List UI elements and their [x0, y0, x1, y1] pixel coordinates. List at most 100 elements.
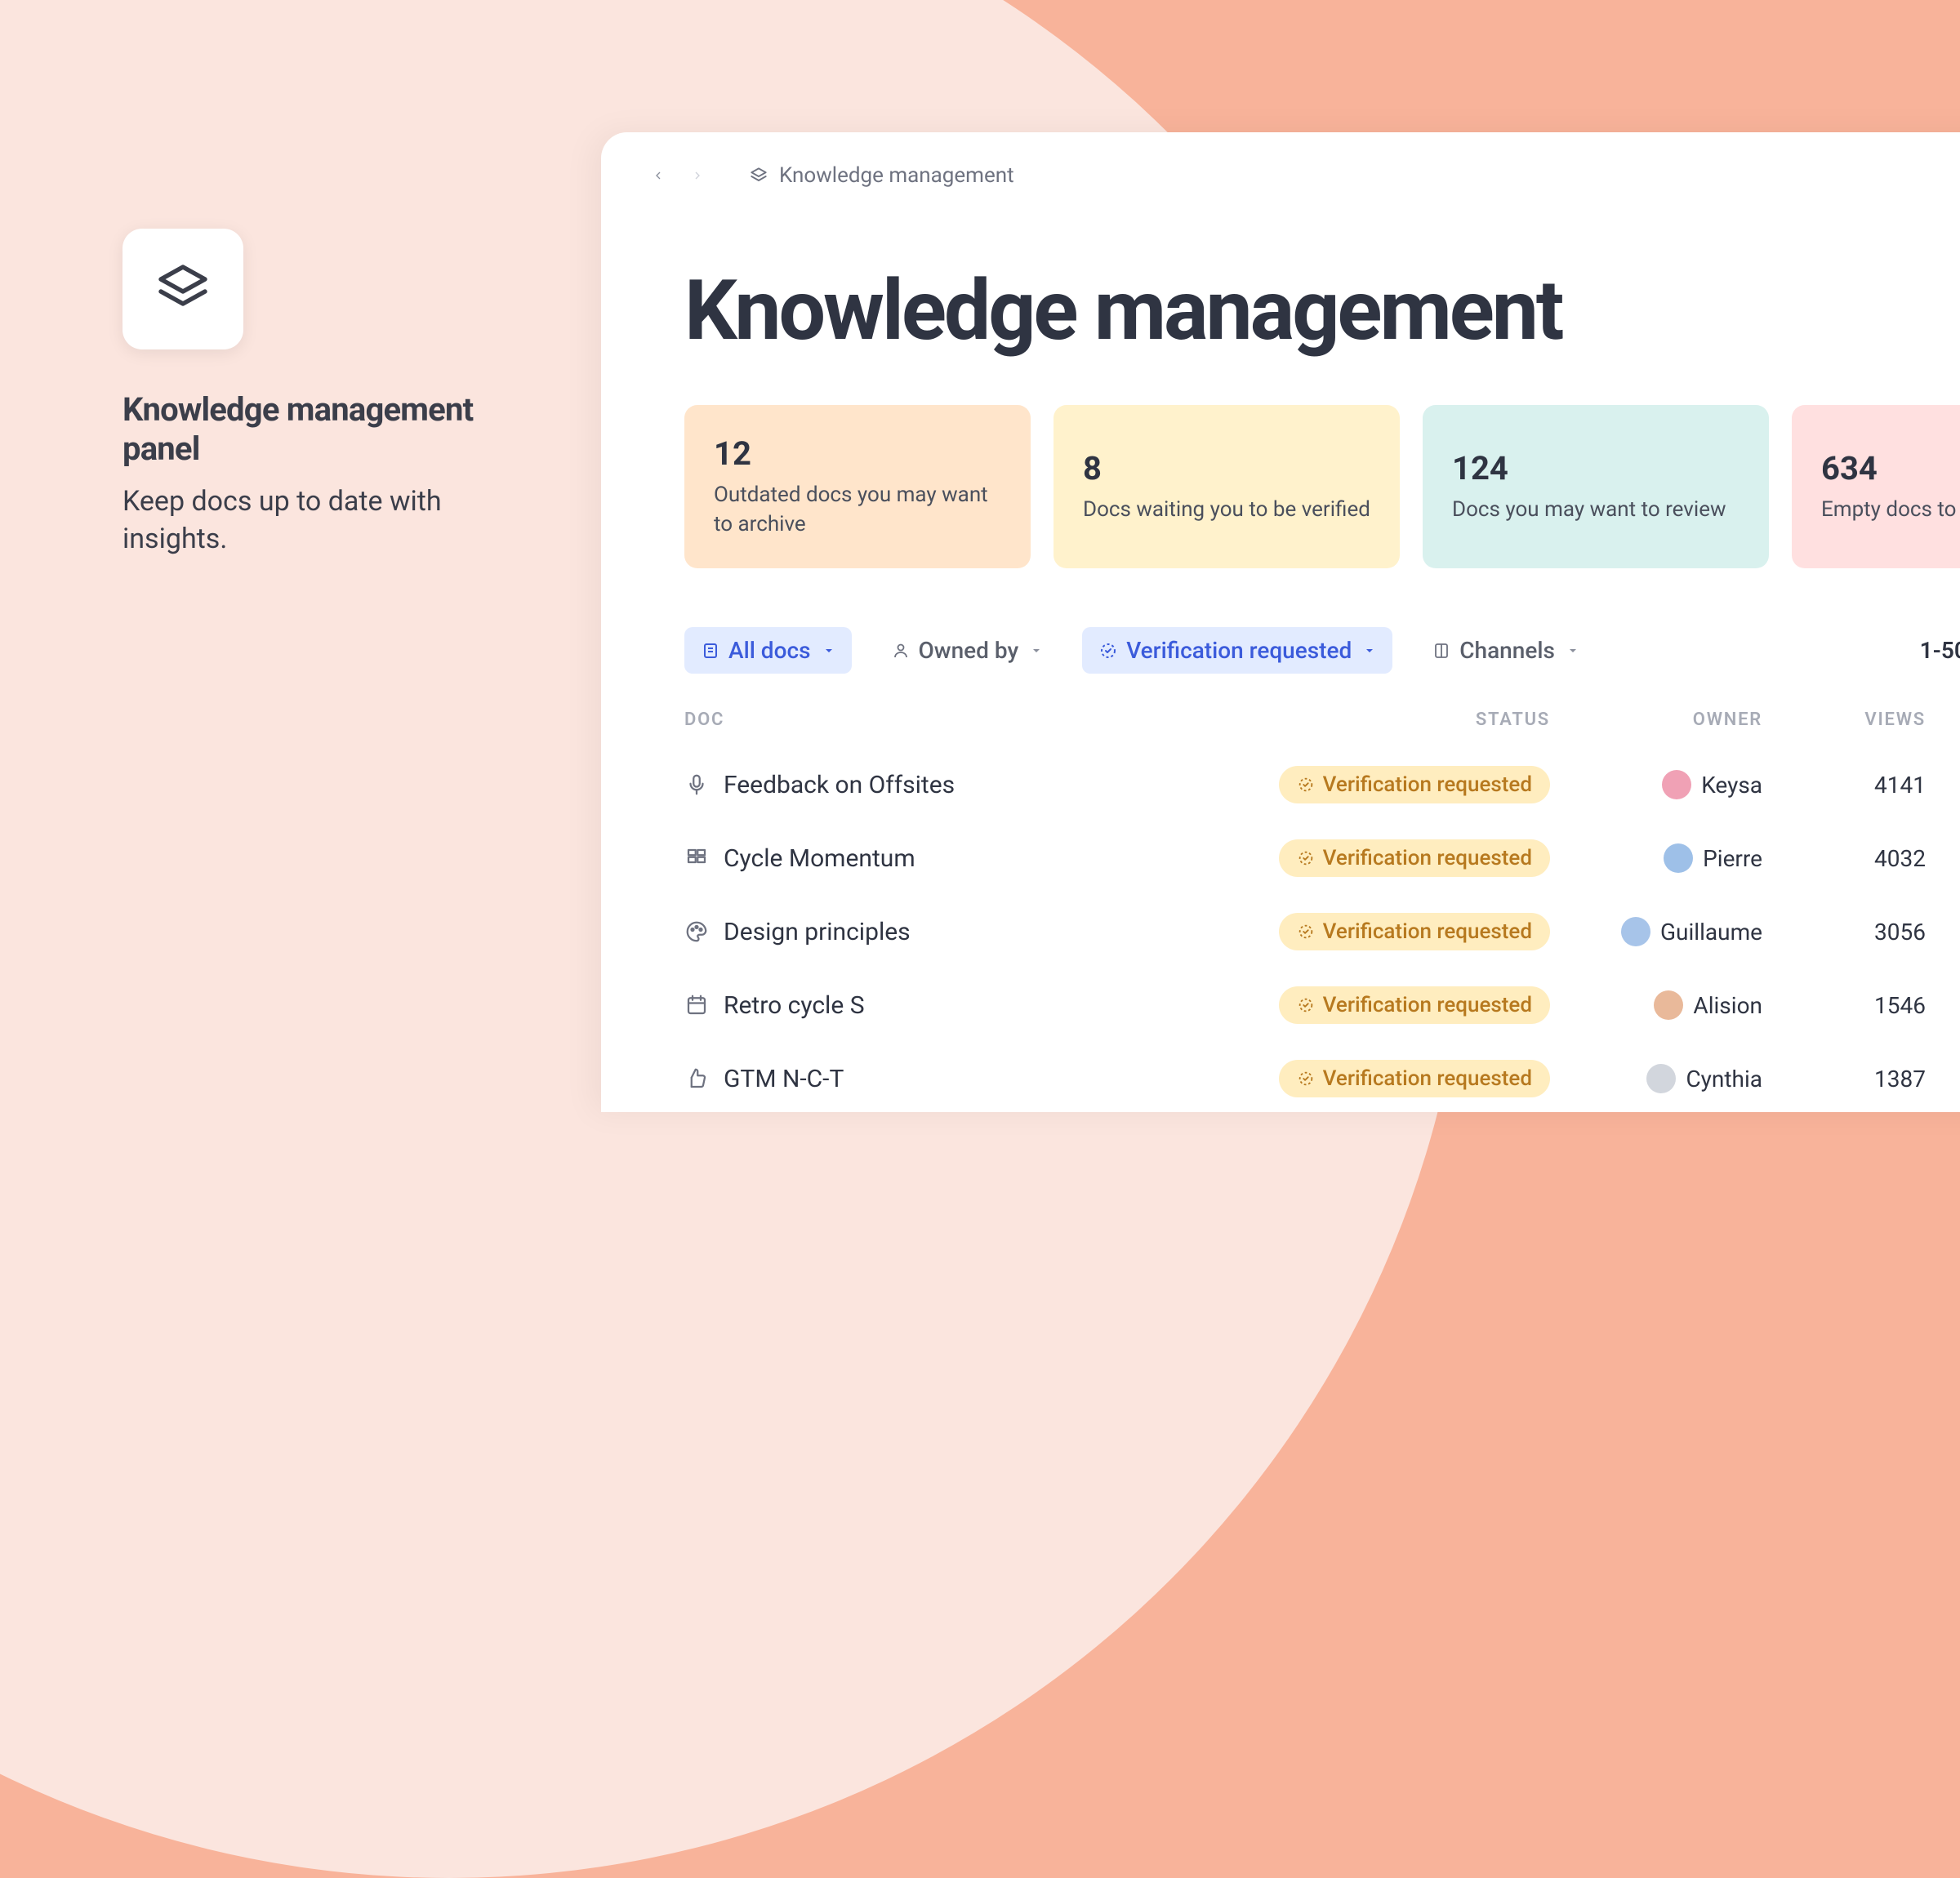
app-window: Knowledge management Knowledge managemen… [601, 132, 1960, 1112]
stat-card-label: Docs you may want to review [1452, 496, 1740, 524]
owner-name: Pierre [1703, 845, 1762, 872]
owner-cell: Cynthia [1550, 1064, 1762, 1093]
owner-name: Alision [1693, 992, 1762, 1019]
views-cell: 4141 [1762, 772, 1926, 799]
grid-icon [684, 846, 709, 870]
nav-back-button[interactable] [647, 164, 670, 187]
avatar [1662, 770, 1691, 799]
filter-verification[interactable]: Verification requested [1082, 627, 1392, 674]
owner-cell: Keysa [1550, 770, 1762, 799]
filter-channels[interactable]: Channels [1415, 627, 1596, 674]
doc-list-icon [701, 641, 720, 661]
public-views-cell: Not public [1926, 1066, 1960, 1093]
filters-row: All docs Owned by Verification requested [601, 568, 1960, 674]
verification-dashed-icon [1098, 641, 1118, 661]
channels-icon [1432, 641, 1451, 661]
breadcrumb-label: Knowledge management [779, 163, 1014, 188]
status-badge: Verification requested [1279, 839, 1550, 877]
caret-down-icon [1566, 644, 1579, 657]
verification-dashed-icon [1297, 923, 1315, 941]
caret-down-icon [1363, 644, 1376, 657]
palette-icon [684, 919, 709, 944]
stat-card[interactable]: 8 Docs waiting you to be verified [1054, 405, 1400, 568]
promo-subtitle: Keep docs up to date with insights. [122, 483, 474, 559]
views-cell: 1387 [1762, 1066, 1926, 1093]
stat-card-count: 124 [1452, 449, 1740, 487]
promo-panel: Knowledge management panel Keep docs up … [122, 229, 474, 559]
stat-card-count: 12 [714, 434, 1001, 473]
status-cell: Verification requested [1207, 766, 1550, 803]
verification-dashed-icon [1297, 996, 1315, 1014]
table-row[interactable]: Cycle Momentum Verification requested Pier… [684, 821, 1960, 895]
stat-card-label: Outdated docs you may want to archive [714, 481, 1001, 538]
doc-cell: Cycle Momentum [684, 844, 1207, 873]
status-cell: Verification requested [1207, 1060, 1550, 1097]
status-cell: Verification requested [1207, 839, 1550, 877]
public-views-cell: Not public [1926, 772, 1960, 799]
public-views-cell: Not public [1926, 919, 1960, 946]
owner-cell: Alision [1550, 990, 1762, 1020]
filter-verification-label: Verification requested [1126, 637, 1352, 664]
layers-icon [154, 260, 212, 318]
pagination-range: 1-50 [1920, 637, 1960, 664]
views-cell: 3056 [1762, 919, 1926, 946]
page-title: Knowledge management [601, 188, 1960, 405]
stat-card[interactable]: 12 Outdated docs you may want to archive [684, 405, 1031, 568]
table-row[interactable]: Retro cycle S Verification requested Alisi… [684, 968, 1960, 1042]
doc-title: GTM N-C-T [724, 1065, 844, 1093]
pagination-label: 1-50 of 87 [1920, 637, 1960, 664]
stat-card-label: Docs waiting you to be verified [1083, 496, 1370, 524]
microphone-icon [684, 772, 709, 797]
docs-table: DOC STATUS OWNER VIEWS PUBLIC VIEWS LA F… [601, 674, 1960, 1112]
doc-title: Feedback on Offsites [724, 771, 955, 799]
table-row[interactable]: Design principles Verification requested G… [684, 895, 1960, 968]
breadcrumb[interactable]: Knowledge management [748, 163, 1014, 188]
col-views: VIEWS [1762, 710, 1926, 730]
doc-cell: Design principles [684, 918, 1207, 946]
doc-title: Retro cycle S [724, 991, 865, 1020]
thumbs-up-icon [684, 1066, 709, 1091]
avatar [1654, 990, 1683, 1020]
status-label: Verification requested [1323, 993, 1532, 1017]
stat-cards-row: 12 Outdated docs you may want to archive 8… [601, 405, 1960, 568]
status-badge: Verification requested [1279, 913, 1550, 950]
doc-cell: GTM N-C-T [684, 1065, 1207, 1093]
status-badge: Verification requested [1279, 1060, 1550, 1097]
col-owner: OWNER [1550, 710, 1762, 730]
owner-name: Cynthia [1686, 1066, 1762, 1093]
stat-card[interactable]: 634Empty docs to be deleted [1792, 405, 1960, 568]
stat-card-count: 8 [1083, 449, 1370, 487]
nav-forward-button[interactable] [686, 164, 709, 187]
public-views-cell: Not public [1926, 992, 1960, 1019]
chevron-right-icon [691, 169, 704, 182]
owner-name: Guillaume [1660, 919, 1762, 946]
verification-dashed-icon [1297, 776, 1315, 794]
stat-card-count: 634 [1821, 449, 1960, 487]
verification-dashed-icon [1297, 1070, 1315, 1088]
status-label: Verification requested [1323, 772, 1532, 797]
table-row[interactable]: GTM N-C-T Verification requested Cynthia13… [684, 1042, 1960, 1112]
filter-channels-label: Channels [1459, 637, 1555, 664]
stat-card[interactable]: 124 Docs you may want to review [1423, 405, 1769, 568]
chevron-left-icon [652, 169, 665, 182]
caret-down-icon [1030, 644, 1043, 657]
status-badge: Verification requested [1279, 986, 1550, 1024]
person-icon [891, 641, 911, 661]
table-row[interactable]: Feedback on Offsites Verification request… [684, 748, 1960, 821]
filter-all-docs[interactable]: All docs [684, 627, 852, 674]
filter-all-docs-label: All docs [728, 637, 811, 664]
filter-owned-by[interactable]: Owned by [875, 627, 1060, 674]
doc-title: Design principles [724, 918, 911, 946]
doc-cell: Retro cycle S [684, 991, 1207, 1020]
col-doc: DOC [684, 710, 1207, 730]
status-cell: Verification requested [1207, 986, 1550, 1024]
status-label: Verification requested [1323, 846, 1532, 870]
views-cell: 4032 [1762, 845, 1926, 872]
table-header: DOC STATUS OWNER VIEWS PUBLIC VIEWS LA [684, 710, 1960, 748]
status-label: Verification requested [1323, 1066, 1532, 1091]
owner-name: Keysa [1701, 772, 1762, 799]
promo-title: Knowledge management panel [122, 390, 474, 469]
col-public-views: PUBLIC VIEWS [1926, 710, 1960, 730]
avatar [1621, 917, 1650, 946]
owner-cell: Pierre [1550, 843, 1762, 873]
